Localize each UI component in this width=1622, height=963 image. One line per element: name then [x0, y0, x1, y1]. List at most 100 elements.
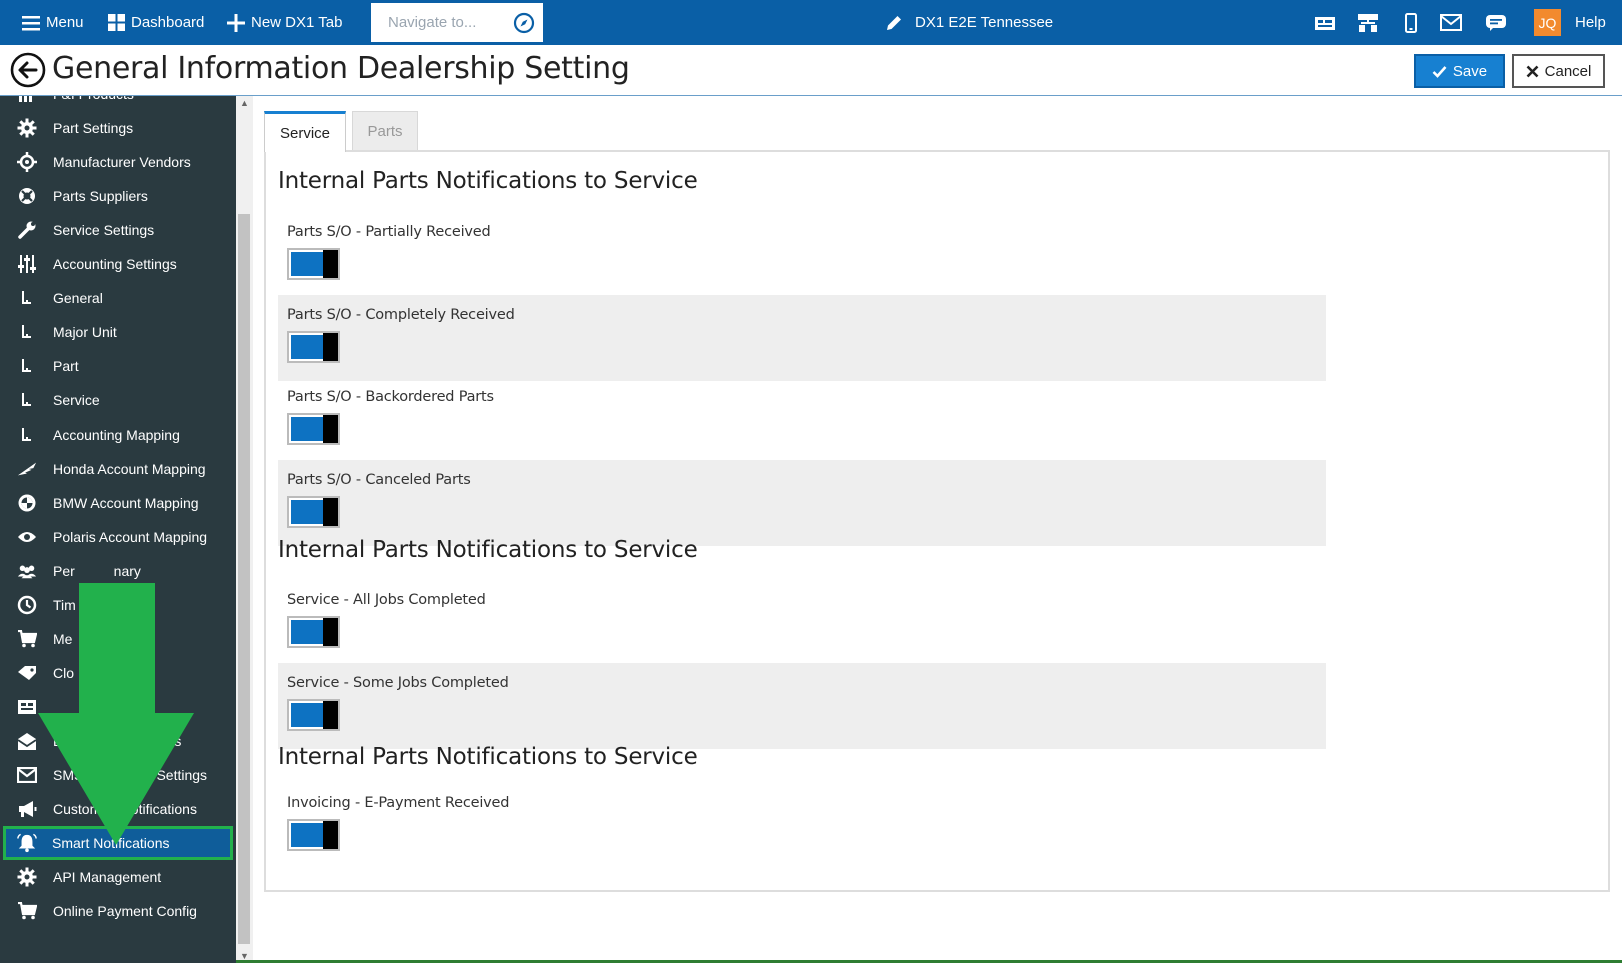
lifebuoy-icon — [17, 186, 37, 206]
sidebar-item-parts-suppliers[interactable]: Parts Suppliers — [0, 179, 236, 213]
grid-icon — [17, 697, 37, 717]
sidebar-item-f-i-products[interactable]: F&I Products — [0, 96, 236, 111]
sidebar-item-label: F&I Products — [53, 96, 134, 102]
toggle-knob[interactable] — [323, 250, 338, 278]
bmw-icon — [17, 493, 37, 513]
toggle-switch[interactable] — [287, 496, 340, 528]
sliders-icon — [17, 254, 37, 274]
sidebar-item-label: Accounting Settings — [53, 256, 177, 273]
sidebar-item-per-nary[interactable]: Per nary — [0, 554, 236, 588]
mail-button[interactable] — [1440, 0, 1462, 45]
toggle-knob[interactable] — [323, 498, 338, 526]
sidebar-item-general[interactable]: General — [0, 281, 236, 315]
sidebar-scrollbar[interactable]: ▲ ▼ — [236, 96, 253, 963]
sidebar-item-me-ent[interactable]: Me ent — [0, 622, 236, 656]
save-label: Save — [1452, 62, 1488, 80]
sidebar-item-label: Custome Notifications — [53, 801, 197, 818]
back-arrow-icon[interactable] — [10, 52, 46, 88]
sidebar-item-api-management[interactable]: API Management — [0, 860, 236, 894]
sidebar-item-major-unit[interactable]: Major Unit — [0, 315, 236, 349]
toggle-switch[interactable] — [287, 699, 340, 731]
toggle-on-fill — [291, 703, 326, 727]
section-heading: Internal Parts Notifications to Service — [278, 537, 698, 563]
tab-service-label: Service — [279, 124, 331, 142]
sidebar-item-grid-icon[interactable] — [0, 690, 236, 724]
sidebar-item-label: Clo — [53, 664, 75, 681]
tab-service[interactable]: Service — [264, 111, 346, 152]
sidebar-item-clo[interactable]: Clo — [0, 656, 236, 690]
settings-panel: Internal Parts Notifications to Service P… — [264, 150, 1610, 892]
mobile-button[interactable] — [1405, 0, 1417, 45]
setting-label: Parts S/O - Completely Received — [287, 307, 515, 323]
help-link[interactable]: Help — [1575, 0, 1606, 45]
toggle-switch[interactable] — [287, 413, 340, 445]
setting-label: Service - All Jobs Completed — [287, 592, 486, 608]
sidebar-item-part-settings[interactable]: Part Settings — [0, 111, 236, 145]
toggle-knob[interactable] — [323, 415, 338, 443]
subitem-icon — [17, 425, 37, 445]
plus-icon — [227, 13, 245, 32]
sidebar-item-en-ettings[interactable]: En ettings — [0, 724, 236, 758]
cancel-label: Cancel — [1544, 62, 1592, 80]
register-icon — [1315, 16, 1335, 30]
sidebar-item-service[interactable]: Service — [0, 383, 236, 417]
navigate-input[interactable]: Navigate to... — [371, 3, 543, 42]
save-button[interactable]: Save — [1414, 54, 1505, 88]
menu-button[interactable]: Menu — [22, 0, 84, 45]
toggle-knob[interactable] — [323, 701, 338, 729]
sidebar-item-accounting-settings[interactable]: Accounting Settings — [0, 247, 236, 281]
sidebar-item-tim[interactable]: Tim — [0, 588, 236, 622]
sidebar-item-honda-account-mapping[interactable]: Honda Account Mapping — [0, 452, 236, 486]
sidebar-item-accounting-mapping[interactable]: Accounting Mapping — [0, 418, 236, 452]
org-chart-button[interactable] — [1357, 0, 1379, 45]
dashboard-label: Dashboard — [131, 14, 205, 31]
toggle-knob[interactable] — [323, 618, 338, 646]
cancel-button[interactable]: Cancel — [1512, 54, 1605, 88]
mail-icon — [1440, 14, 1462, 31]
avatar[interactable]: JQ — [1534, 9, 1561, 36]
toggle-knob[interactable] — [323, 821, 338, 849]
sidebar-item-bmw-account-mapping[interactable]: BMW Account Mapping — [0, 486, 236, 520]
cashier-icon-button[interactable] — [1314, 0, 1336, 45]
compass-icon[interactable] — [513, 12, 535, 34]
title-bar: General Information Dealership Setting S… — [0, 45, 1622, 96]
toggle-switch[interactable] — [287, 331, 340, 363]
setting-label: Parts S/O - Partially Received — [287, 224, 491, 240]
section-heading: Internal Parts Notifications to Service — [278, 744, 698, 770]
setting-row: Parts S/O - Completely Received — [278, 295, 1326, 381]
sidebar-item-label: Tim — [53, 596, 76, 613]
sidebar-item-manufacturer-vendors[interactable]: Manufacturer Vendors — [0, 145, 236, 179]
sidebar-item-label: SMS s Settings — [53, 767, 208, 783]
sidebar-item-part[interactable]: Part — [0, 349, 236, 383]
dashboard-button[interactable]: Dashboard — [108, 0, 204, 45]
sidebar-item-label: BMW Account Mapping — [53, 494, 199, 511]
setting-label: Parts S/O - Backordered Parts — [287, 389, 494, 405]
avatar-initials: JQ — [1538, 14, 1557, 31]
eye-icon — [17, 527, 37, 547]
setting-label: Parts S/O - Canceled Parts — [287, 472, 471, 488]
toggle-on-fill — [291, 500, 326, 524]
scroll-up-icon[interactable]: ▲ — [240, 98, 249, 108]
new-tab-label: New DX1 Tab — [251, 14, 343, 31]
scrollbar-thumb[interactable] — [238, 214, 250, 944]
toggle-knob[interactable] — [323, 333, 338, 361]
setting-label: Service - Some Jobs Completed — [287, 675, 509, 691]
new-tab-button[interactable]: New DX1 Tab — [227, 0, 342, 45]
sidebar-item-polaris-account-mapping[interactable]: Polaris Account Mapping — [0, 520, 236, 554]
tab-parts[interactable]: Parts — [352, 111, 418, 151]
store-selector[interactable]: DX1 E2E Tennessee — [885, 0, 1053, 45]
subitem-icon — [17, 356, 37, 376]
sidebar-item-smart-notifications[interactable]: Smart Notifications — [3, 826, 233, 861]
sidebar-item-custome-notifications[interactable]: Custome Notifications — [0, 792, 236, 826]
help-label: Help — [1575, 14, 1606, 31]
toggle-switch[interactable] — [287, 819, 340, 851]
tab-parts-label: Parts — [367, 122, 403, 140]
chat-button[interactable] — [1485, 0, 1507, 45]
sidebar-item-online-payment-config[interactable]: Online Payment Config — [0, 894, 236, 928]
sidebar-item-service-settings[interactable]: Service Settings — [0, 213, 236, 247]
toggle-switch[interactable] — [287, 616, 340, 648]
sidebar-item-label: Service — [53, 392, 100, 409]
setting-row: Parts S/O - Canceled Parts — [278, 460, 1326, 546]
toggle-switch[interactable] — [287, 248, 340, 280]
sidebar-item-sms-s-settings[interactable]: SMS s Settings — [0, 758, 236, 792]
